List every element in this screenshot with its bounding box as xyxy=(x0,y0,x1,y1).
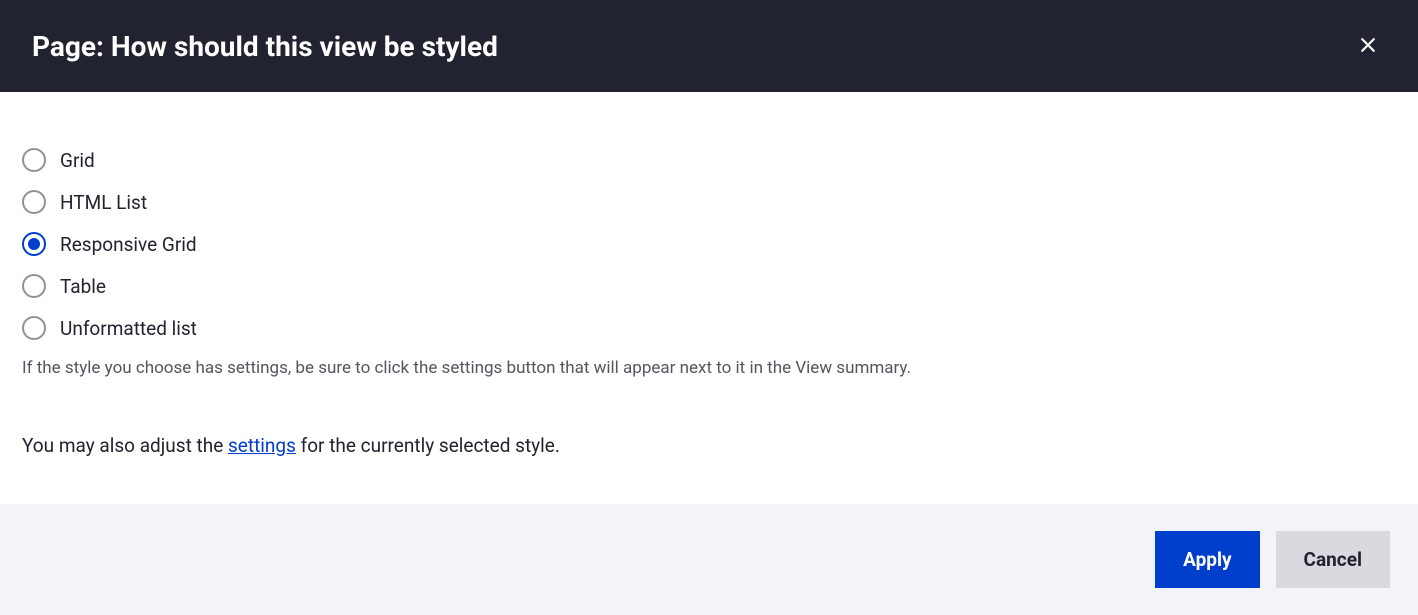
close-icon xyxy=(1358,35,1378,58)
dialog-content: Grid HTML List Responsive Grid Table Unf… xyxy=(0,92,1418,504)
radio-label: Unformatted list xyxy=(60,317,197,340)
cancel-button[interactable]: Cancel xyxy=(1276,531,1390,588)
settings-hint-before: You may also adjust the xyxy=(22,434,228,457)
dialog-title: Page: How should this view be styled xyxy=(32,30,498,63)
radio-label: Responsive Grid xyxy=(60,233,197,256)
apply-button[interactable]: Apply xyxy=(1155,531,1259,588)
radio-icon xyxy=(22,274,46,298)
radio-icon xyxy=(22,232,46,256)
settings-hint: You may also adjust the settings for the… xyxy=(22,434,1396,457)
radio-icon xyxy=(22,316,46,340)
radio-label: HTML List xyxy=(60,191,147,214)
settings-link[interactable]: settings xyxy=(228,434,296,457)
style-radio-group: Grid HTML List Responsive Grid Table Unf… xyxy=(22,148,1396,340)
radio-option-unformatted-list[interactable]: Unformatted list xyxy=(22,316,1396,340)
radio-option-grid[interactable]: Grid xyxy=(22,148,1396,172)
dialog-header: Page: How should this view be styled xyxy=(0,0,1418,92)
help-text: If the style you choose has settings, be… xyxy=(22,358,1396,378)
settings-hint-after: for the currently selected style. xyxy=(296,434,560,457)
radio-option-table[interactable]: Table xyxy=(22,274,1396,298)
close-button[interactable] xyxy=(1350,27,1386,66)
radio-option-responsive-grid[interactable]: Responsive Grid xyxy=(22,232,1396,256)
radio-icon xyxy=(22,190,46,214)
radio-label: Grid xyxy=(60,149,95,172)
radio-label: Table xyxy=(60,275,106,298)
dialog-footer: Apply Cancel xyxy=(0,504,1418,615)
radio-icon xyxy=(22,148,46,172)
radio-option-html-list[interactable]: HTML List xyxy=(22,190,1396,214)
